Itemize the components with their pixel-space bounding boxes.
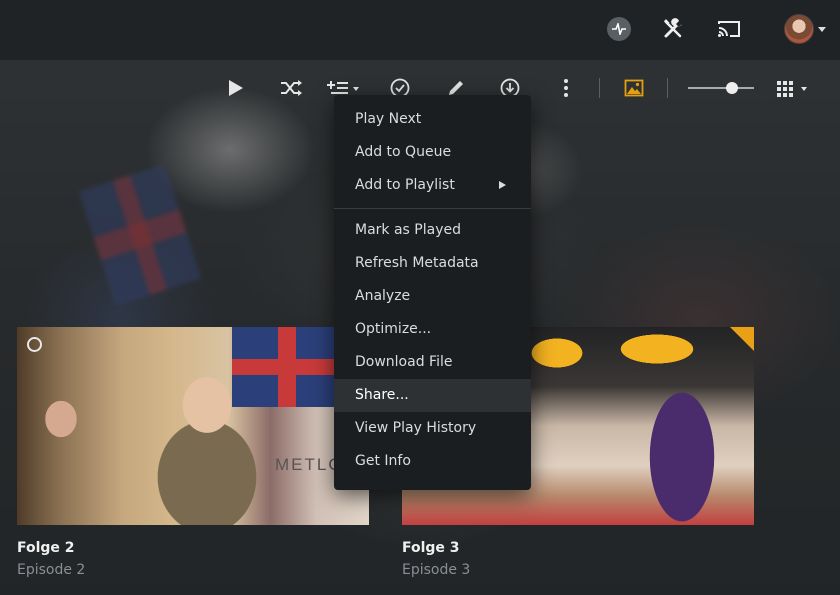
add-to-dropdown-menu: Play Next Add to Queue Add to Playlist M… [334, 95, 531, 490]
flag-image [232, 327, 342, 407]
grid-icon [777, 81, 807, 97]
menu-item-add-to-queue[interactable]: Add to Queue [334, 136, 531, 169]
thumbnail-size-slider[interactable] [688, 87, 754, 89]
user-menu-button[interactable] [780, 12, 830, 46]
menu-item-add-to-playlist[interactable]: Add to Playlist [334, 169, 531, 202]
toolbar-divider [599, 78, 600, 98]
menu-item-play-next[interactable]: Play Next [334, 103, 531, 136]
view-background-toggle[interactable] [619, 74, 649, 102]
cast-button[interactable] [712, 12, 746, 46]
more-button[interactable] [551, 74, 581, 102]
shuffle-icon [281, 80, 302, 96]
episode-subtitle: Episode 3 [402, 562, 471, 578]
top-bar [0, 0, 840, 60]
activity-button[interactable] [602, 12, 636, 46]
play-icon [229, 80, 243, 96]
chevron-right-icon [499, 181, 506, 189]
menu-item-view-play-history[interactable]: View Play History [334, 412, 531, 445]
slider-handle[interactable] [726, 82, 738, 94]
menu-item-share[interactable]: Share... [334, 379, 531, 412]
activity-icon [607, 17, 631, 41]
menu-item-get-info[interactable]: Get Info [334, 445, 531, 478]
image-icon [624, 79, 644, 97]
cast-icon [718, 21, 740, 37]
tools-icon [663, 18, 682, 38]
toolbar-divider [667, 78, 668, 98]
view-mode-button[interactable] [772, 74, 814, 102]
shuffle-button[interactable] [276, 74, 306, 102]
avatar [784, 14, 814, 44]
menu-item-optimize[interactable]: Optimize... [334, 313, 531, 346]
menu-item-analyze[interactable]: Analyze [334, 280, 531, 313]
menu-item-label: Add to Playlist [355, 177, 455, 193]
episode-card[interactable]: METLO Folge 2 Episode 2 [17, 327, 369, 578]
episode-title[interactable]: Folge 3 [402, 540, 754, 556]
play-button[interactable] [221, 74, 251, 102]
episode-thumbnail[interactable]: METLO [17, 327, 369, 525]
menu-separator [334, 208, 531, 209]
settings-tools-button[interactable] [656, 12, 690, 46]
episode-subtitle: Episode 2 [17, 562, 86, 578]
unwatched-indicator [730, 327, 754, 351]
menu-item-download-file[interactable]: Download File [334, 346, 531, 379]
select-checkbox[interactable] [27, 337, 42, 352]
menu-item-refresh-metadata[interactable]: Refresh Metadata [334, 247, 531, 280]
menu-item-mark-as-played[interactable]: Mark as Played [334, 214, 531, 247]
more-vertical-icon [564, 79, 568, 97]
episode-title[interactable]: Folge 2 [17, 540, 369, 556]
chevron-down-icon [818, 26, 826, 32]
